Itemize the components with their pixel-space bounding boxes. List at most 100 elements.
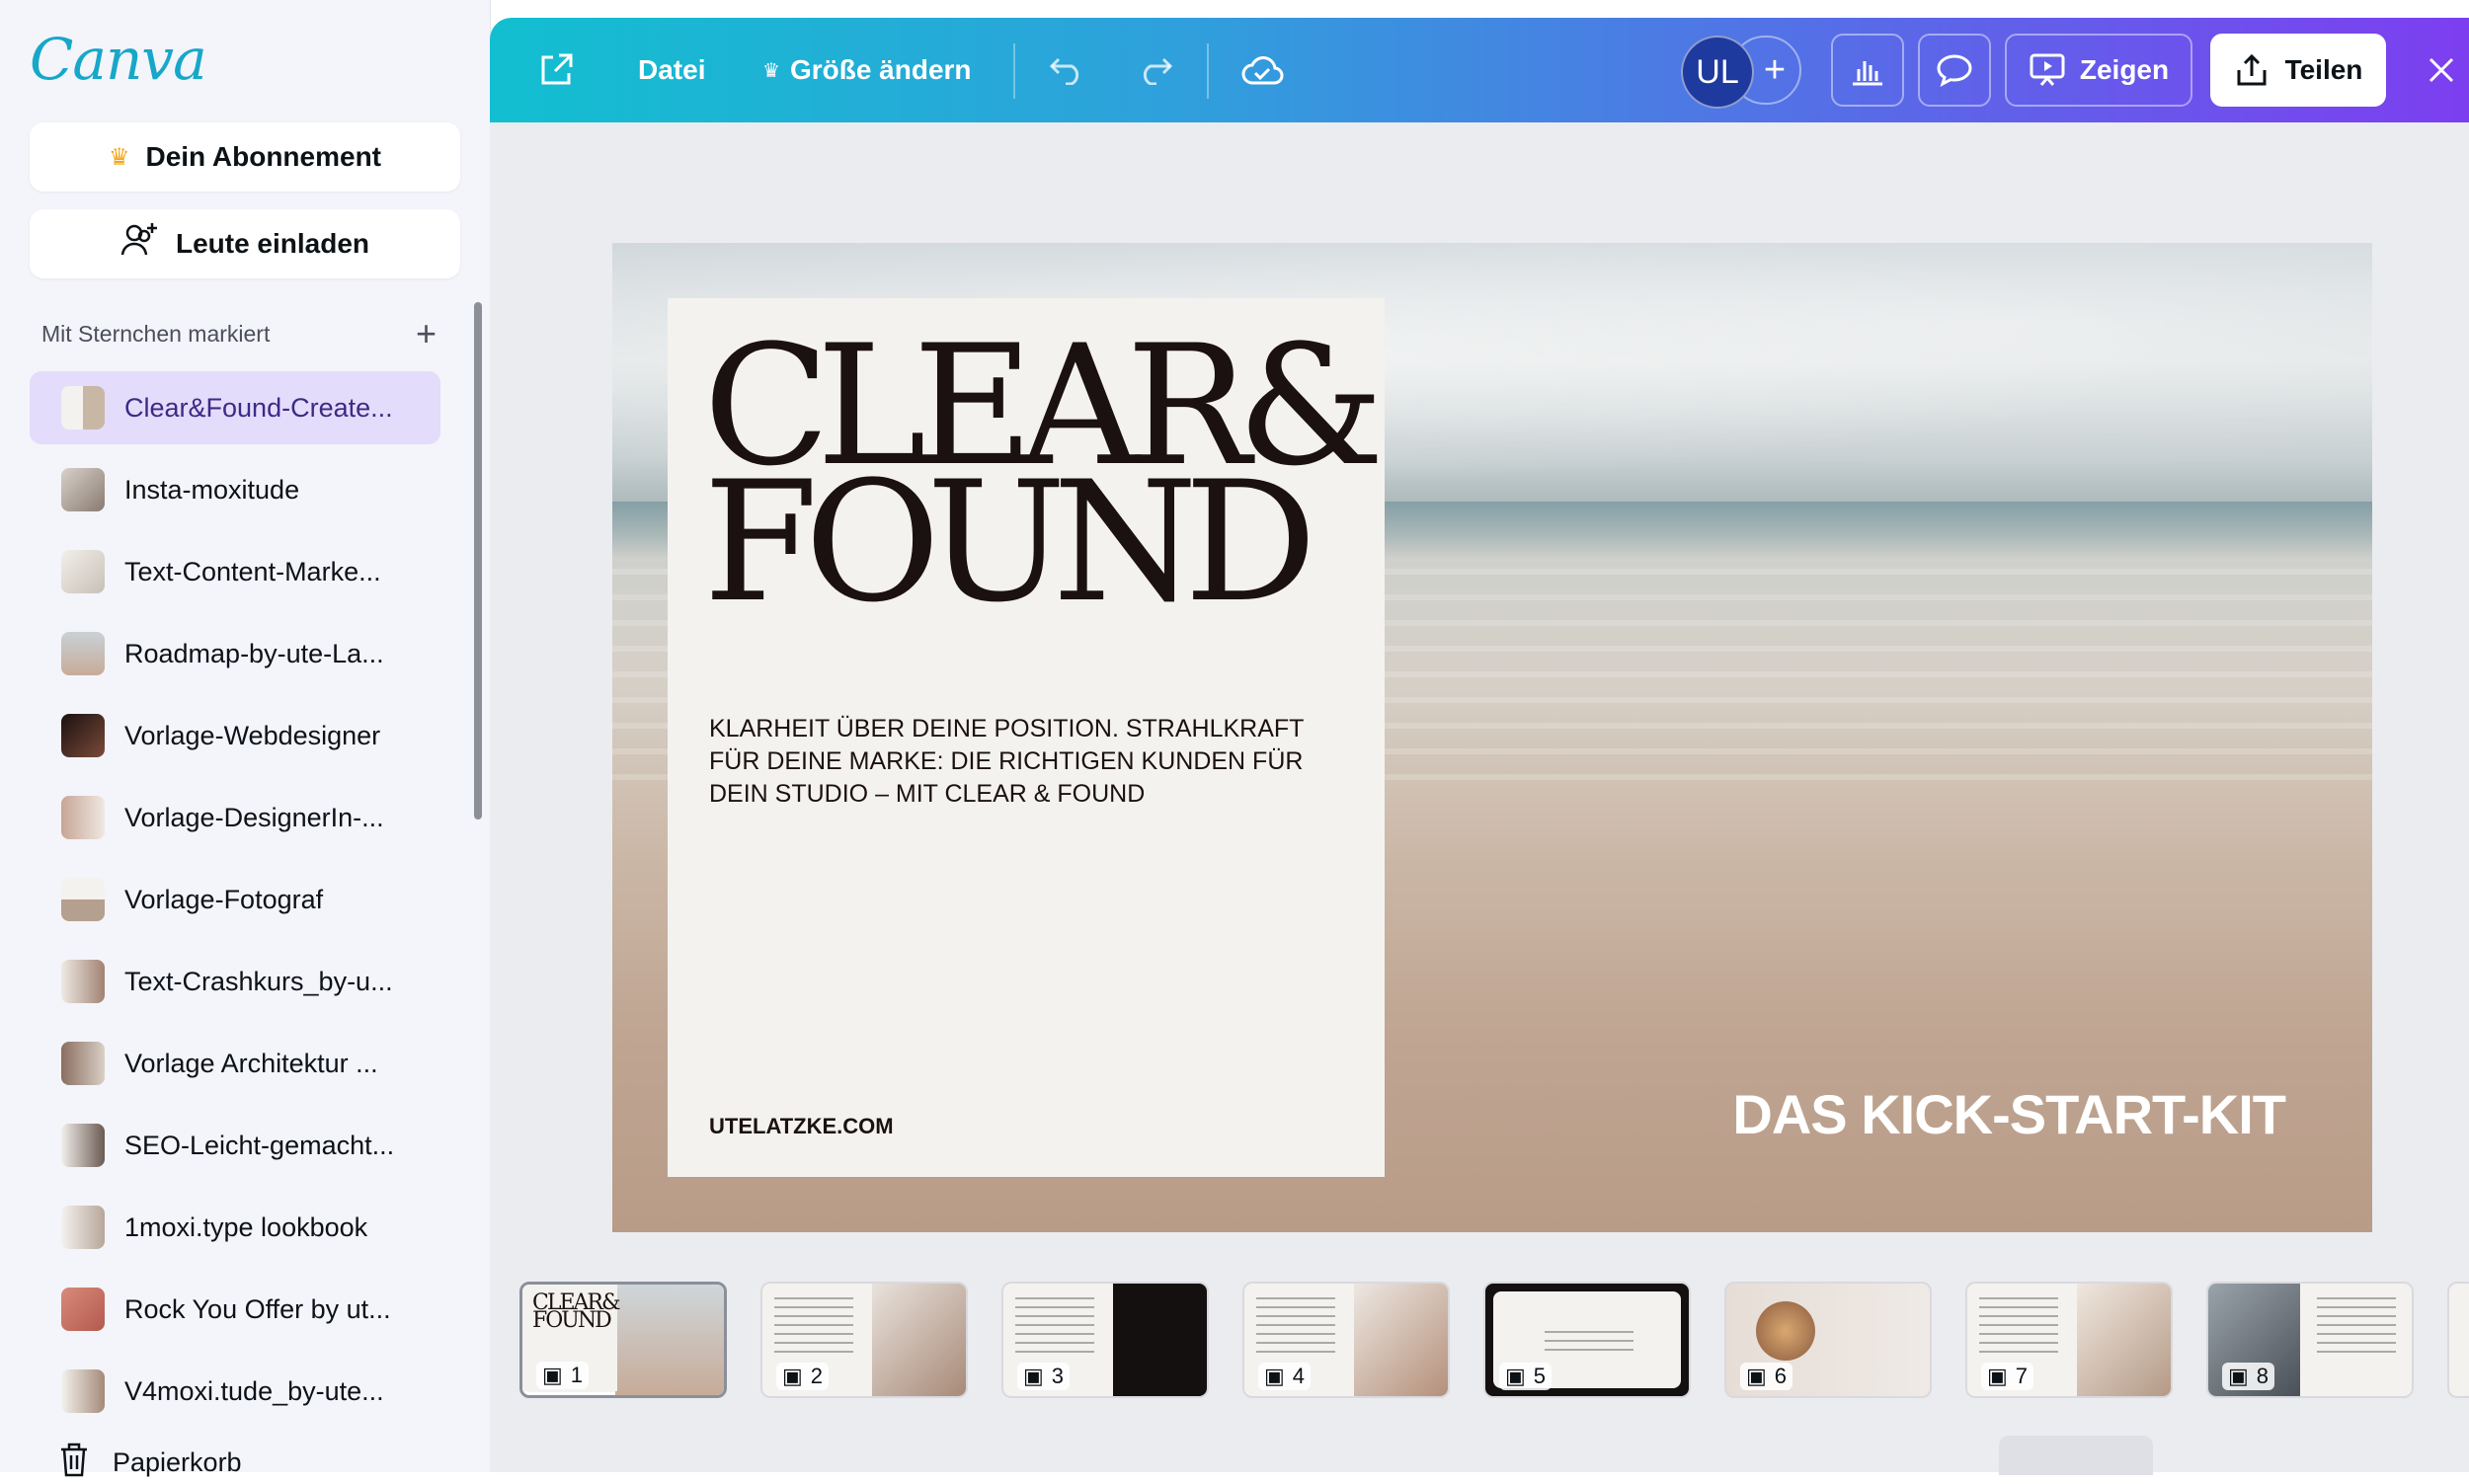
trash-icon (57, 1442, 91, 1484)
present-label: Zeigen (2079, 54, 2170, 85)
sidebar-item-moxi-type-lookbook[interactable]: 1moxi.type lookbook (30, 1191, 440, 1264)
cloud-check-icon (1241, 56, 1284, 85)
subscription-button[interactable]: ♛ Dein Abonnement (30, 122, 460, 192)
design-thumbnail (61, 1369, 105, 1413)
page-thumbnail[interactable]: ▣ 8 (2206, 1282, 2414, 1398)
sidebar-item-label: Roadmap-by-ute-La... (124, 638, 384, 668)
starred-file-list: Clear&Found-Create... Insta-moxitude Tex… (30, 371, 440, 1437)
slide-url[interactable]: UTELATZKE.COM (709, 1114, 894, 1139)
resize-label: Größe ändern (789, 54, 972, 85)
sidebar-item-seo-leicht[interactable]: SEO-Leicht-gemacht... (30, 1109, 440, 1182)
design-thumbnail (61, 632, 105, 675)
comment-icon (1937, 54, 1972, 88)
page-thumbnail[interactable]: ▣ 3 (1001, 1282, 1209, 1398)
undo-icon (1049, 57, 1079, 85)
present-icon (2030, 53, 2065, 86)
sidebar: Canva ♛ Dein Abonnement Leute einladen M… (0, 0, 491, 1477)
present-icon: ▣ (782, 1364, 803, 1388)
bar-chart-icon (1853, 61, 1882, 86)
sidebar-item-label: Text-Crashkurs_by-u... (124, 966, 393, 996)
canva-logo[interactable]: Canva (30, 26, 207, 93)
design-thumbnail (61, 468, 105, 511)
sidebar-item-text-crashkurs[interactable]: Text-Crashkurs_by-u... (30, 945, 440, 1018)
design-thumbnail (61, 714, 105, 757)
crown-icon: ♛ (762, 59, 780, 82)
starred-heading: Mit Sternchen markiert (41, 320, 271, 347)
page-view-toggle[interactable] (1999, 1436, 2153, 1475)
design-thumbnail (61, 1206, 105, 1249)
sidebar-item-label: V4moxi.tude_by-ute... (124, 1375, 384, 1406)
add-starred-button[interactable]: + (416, 316, 437, 351)
plus-icon: + (1763, 48, 1787, 91)
invite-people-button[interactable]: Leute einladen (30, 209, 460, 278)
sidebar-item-vorlage-webdesigner[interactable]: Vorlage-Webdesigner (30, 699, 440, 772)
file-menu-button[interactable]: Datei (638, 18, 705, 122)
add-person-icon (120, 221, 160, 267)
sidebar-item-rock-you-offer[interactable]: Rock You Offer by ut... (30, 1273, 440, 1346)
sidebar-item-clear-found[interactable]: Clear&Found-Create... (30, 371, 440, 444)
design-thumbnail (61, 1124, 105, 1167)
slide-title[interactable]: CLEAR& FOUND (703, 323, 1385, 625)
sidebar-item-roadmap[interactable]: Roadmap-by-ute-La... (30, 617, 440, 690)
present-icon: ▣ (1987, 1364, 2008, 1388)
share-button[interactable]: Teilen (2210, 34, 2386, 107)
page-thumbnail[interactable]: ▣ 6 (1724, 1282, 1932, 1398)
editor-toolbar: Datei ♛ Größe ändern + UL Zeigen Teilen (490, 18, 2469, 122)
page-thumbnail[interactable]: ▣ 5 (1483, 1282, 1691, 1398)
slide-description[interactable]: KLARHEIT ÜBER DEINE POSITION. STRAHLKRAF… (709, 713, 1341, 811)
design-thumbnail (61, 386, 105, 430)
comments-button[interactable] (1918, 34, 1991, 107)
present-icon: ▣ (1264, 1364, 1285, 1388)
design-thumbnail (61, 796, 105, 839)
design-thumbnail (61, 1042, 105, 1085)
page-thumbnail[interactable]: ▣ 2 (760, 1282, 968, 1398)
page-number: ▣ 7 (1981, 1363, 2034, 1390)
sidebar-item-vorlage-fotograf[interactable]: Vorlage-Fotograf (30, 863, 440, 936)
slide-subtitle[interactable]: DAS KICK-START-KIT (1732, 1082, 2286, 1146)
toolbar-divider (1207, 43, 1209, 99)
sidebar-item-label: Vorlage Architektur ... (124, 1048, 378, 1078)
close-button[interactable] (2428, 18, 2455, 122)
undo-button[interactable] (1049, 18, 1088, 122)
crown-icon: ♛ (108, 143, 130, 171)
design-thumbnail (61, 960, 105, 1003)
trash-item[interactable]: Papierkorb (57, 1442, 242, 1484)
sidebar-item-label: Insta-moxitude (124, 474, 300, 505)
resize-button[interactable]: ♛ Größe ändern (762, 18, 972, 122)
sidebar-item-text-content[interactable]: Text-Content-Marke... (30, 535, 440, 608)
page-thumbnail[interactable]: ▣ 4 (1242, 1282, 1450, 1398)
sidebar-item-label: SEO-Leicht-gemacht... (124, 1130, 395, 1160)
slide-canvas[interactable]: CLEAR& FOUND KLARHEIT ÜBER DEINE POSITIO… (612, 243, 2372, 1232)
toolbar-divider (1013, 43, 1015, 99)
present-button[interactable]: Zeigen (2005, 34, 2192, 107)
sidebar-item-label: 1moxi.type lookbook (124, 1211, 368, 1242)
sidebar-item-v4moxi-tude[interactable]: V4moxi.tude_by-ute... (30, 1355, 440, 1428)
close-icon (2429, 57, 2454, 83)
sidebar-item-vorlage-designerin[interactable]: Vorlage-DesignerIn-... (30, 781, 440, 854)
share-icon (2237, 53, 2267, 86)
sidebar-item-insta-moxitude[interactable]: Insta-moxitude (30, 453, 440, 526)
page-thumbnail[interactable]: ▣ 7 (1965, 1282, 2173, 1398)
sidebar-item-label: Vorlage-DesignerIn-... (124, 802, 384, 832)
present-icon: ▣ (2228, 1364, 2249, 1388)
insights-button[interactable] (1831, 34, 1904, 107)
open-external-button[interactable] (537, 18, 575, 122)
page-thumbnails: CLEAR& FOUND ▣ 1 ▣ 2 ▣ 3 ▣ 4 ▣ 5 ▣ 6 ▣ 7… (519, 1282, 2469, 1406)
sidebar-scrollbar[interactable] (474, 302, 482, 820)
redo-button[interactable] (1134, 18, 1173, 122)
present-icon: ▣ (1505, 1364, 1526, 1388)
editor-main-area: CLEAR& FOUND KLARHEIT ÜBER DEINE POSITIO… (490, 122, 2469, 1475)
page-number: ▣ 8 (2222, 1363, 2275, 1390)
editor-bottom-bar (490, 1436, 2469, 1475)
open-external-icon (541, 53, 573, 85)
cloud-saved-button[interactable] (1240, 18, 1284, 122)
design-thumbnail (61, 550, 105, 593)
page-thumbnail-partial[interactable] (2447, 1282, 2469, 1398)
page-thumbnail[interactable]: CLEAR& FOUND ▣ 1 (519, 1282, 727, 1398)
page-number: ▣ 4 (1258, 1363, 1312, 1390)
title-card[interactable]: CLEAR& FOUND KLARHEIT ÜBER DEINE POSITIO… (668, 298, 1385, 1177)
sidebar-item-vorlage-architektur[interactable]: Vorlage Architektur ... (30, 1027, 440, 1100)
design-thumbnail (61, 878, 105, 921)
user-avatar[interactable]: UL (1681, 36, 1754, 109)
trash-label: Papierkorb (113, 1447, 242, 1477)
